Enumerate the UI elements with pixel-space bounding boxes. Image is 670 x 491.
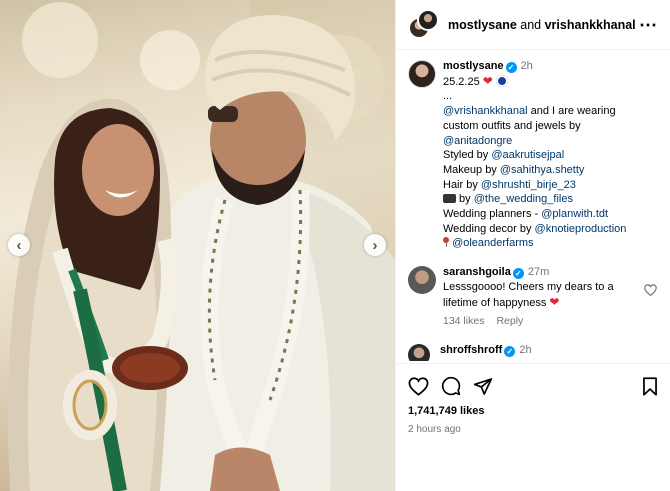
mention-link[interactable]: @knotieproduction: [535, 223, 627, 235]
post-timestamp[interactable]: 2 hours ago: [408, 424, 658, 435]
comment-body: shroffshroff ✓ 2h: [440, 343, 658, 358]
post-actions: 1,741,749 likes 2 hours ago: [396, 363, 670, 435]
post-header: mostlysane and vrishankkhanal ⋯: [396, 0, 670, 50]
caption-text-segment: custom outfits and jewels by: [443, 119, 581, 132]
caption-text-segment: and I are wearing: [527, 105, 616, 118]
verified-icon: ✓: [505, 62, 517, 73]
more-horizontal-icon: ⋯: [639, 14, 658, 35]
chevron-left-icon: ‹: [16, 236, 22, 254]
action-icons: [408, 374, 658, 398]
mention-link[interactable]: @anitadongre: [443, 135, 512, 147]
location-link[interactable]: @oleanderfarms: [452, 237, 533, 249]
caption-date: 25.2.25: [443, 75, 480, 88]
comment: shroffshroff ✓ 2h: [408, 343, 658, 361]
camera-icon: [443, 194, 456, 204]
caption-ellipsis: ...: [443, 90, 453, 103]
comment-username[interactable]: saranshgoila: [443, 266, 511, 278]
author-link[interactable]: mostlysane: [448, 18, 517, 32]
comments-section: mostlysane ✓ 2h 25.2.25 ❤ ... @vrishankkha…: [396, 51, 670, 361]
comment-bubble-icon: [441, 376, 461, 396]
chevron-right-icon: ›: [372, 236, 378, 254]
post-side-panel: mostlysane and vrishankkhanal ⋯ mostlysa…: [395, 0, 670, 491]
caption-text-segment: Wedding decor by: [443, 222, 535, 235]
avatar[interactable]: [408, 266, 436, 295]
nazar-amulet-icon: [495, 74, 508, 87]
mention-link[interactable]: @sahithya.shetty: [500, 164, 585, 176]
bookmark-icon: [643, 376, 657, 396]
collab-avatars[interactable]: [408, 8, 440, 41]
post-photo[interactable]: ‹ ›: [0, 0, 395, 491]
comment-likes[interactable]: 134 likes: [443, 315, 484, 327]
next-photo-button[interactable]: ›: [364, 234, 386, 256]
caption-text: mostlysane ✓ 2h 25.2.25 ❤ ... @vrishankkha…: [443, 59, 658, 251]
caption-text-segment: by: [456, 193, 474, 206]
heart-outline-icon: [408, 376, 429, 396]
instagram-post: ‹ › mostlysane and vrishankkhanal ⋯ most…: [0, 0, 670, 491]
mention-link[interactable]: @planwith.tdt: [541, 208, 608, 220]
comment-text: Lesssgoooo! Cheers my dears to a lifetim…: [443, 280, 614, 309]
likes-count[interactable]: 1,741,749 likes: [408, 405, 658, 417]
caption-text-segment: Hair by: [443, 178, 481, 191]
caption: mostlysane ✓ 2h 25.2.25 ❤ ... @vrishankkha…: [408, 59, 658, 251]
send-icon: [473, 377, 493, 395]
comment-meta: 134 likes Reply: [443, 314, 638, 329]
comment-body: saranshgoila ✓ 27m Lesssgoooo! Cheers my d…: [443, 265, 638, 329]
verified-icon: ✓: [504, 345, 516, 357]
comment-time[interactable]: 2h: [519, 344, 531, 356]
mention-link[interactable]: @aakrutisejpal: [491, 149, 564, 161]
pin-icon: [443, 237, 449, 248]
caption-text-segment: Wedding planners -: [443, 208, 542, 221]
caption-text-segment: Makeup by: [443, 163, 500, 176]
red-heart-icon: ❤: [482, 73, 493, 88]
share-button[interactable]: [473, 377, 493, 396]
red-heart-icon: ❤: [549, 294, 560, 309]
mention-link[interactable]: @the_wedding_files: [474, 193, 573, 205]
avatar: [417, 8, 439, 31]
caption-username[interactable]: mostlysane: [443, 60, 504, 72]
like-comment-button[interactable]: [644, 283, 658, 301]
avatar[interactable]: [408, 343, 430, 361]
previous-photo-button[interactable]: ‹: [8, 234, 30, 256]
caption-text-segment: Styled by: [443, 149, 492, 162]
authors-conjunction: and: [520, 17, 542, 32]
like-button[interactable]: [408, 376, 429, 396]
comment-time[interactable]: 27m: [528, 266, 549, 278]
mention-link[interactable]: @vrishankkhanal: [443, 105, 528, 117]
mention-link[interactable]: @shrushti_birje_23: [481, 179, 576, 191]
more-options-button[interactable]: ⋯: [639, 16, 658, 34]
comment: saranshgoila ✓ 27m Lesssgoooo! Cheers my d…: [408, 265, 658, 329]
post-authors: mostlysane and vrishankkhanal: [448, 18, 639, 32]
save-button[interactable]: [642, 376, 658, 396]
comment-username[interactable]: shroffshroff: [440, 344, 502, 356]
caption-time[interactable]: 2h: [521, 60, 533, 72]
comment-button[interactable]: [441, 376, 461, 396]
wedding-photo: [8, 0, 395, 491]
heart-outline-icon: [644, 284, 657, 297]
coauthor-link[interactable]: vrishankkhanal: [545, 18, 636, 32]
reply-button[interactable]: Reply: [496, 315, 523, 327]
avatar[interactable]: [408, 60, 436, 88]
verified-icon: ✓: [512, 268, 524, 280]
